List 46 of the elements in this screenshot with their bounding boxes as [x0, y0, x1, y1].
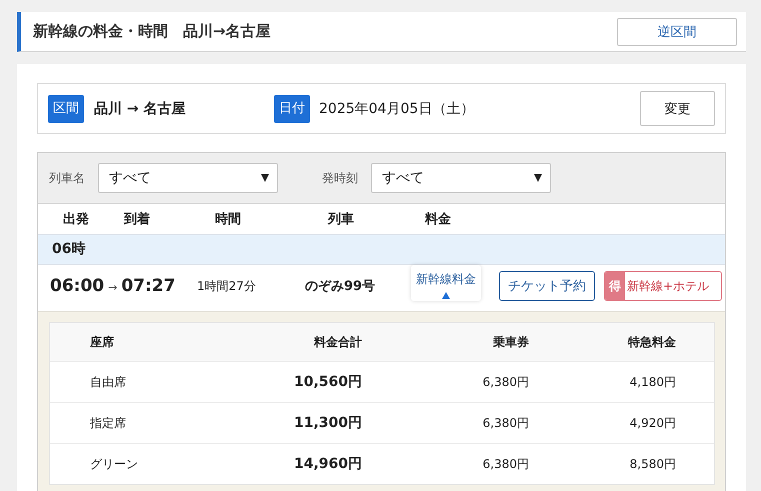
deal-badge: 得 — [605, 272, 625, 300]
column-header: 特急料金 — [626, 334, 676, 350]
route-text: 品川 → 名古屋 — [94, 100, 186, 118]
filter-label: 列車名 — [49, 170, 86, 186]
train-name: のぞみ99号 — [305, 278, 376, 295]
table-cell-text: 4,180円 — [628, 374, 676, 390]
arrival-time: 07:27 — [121, 276, 176, 296]
table-cell-text: 14,960円 — [292, 455, 362, 473]
ticket-button[interactable]: チケット予約 — [499, 271, 595, 301]
column-header: 到着 — [124, 210, 151, 228]
column-header: 列車 — [328, 211, 355, 228]
caret-icon — [534, 174, 542, 182]
table-cell-text: 4,920円 — [628, 414, 676, 432]
hour-header: 06時 — [38, 235, 725, 265]
table-cell-text: グリーン — [90, 456, 139, 472]
departure-time: 06:00 — [50, 276, 104, 296]
caret-icon — [261, 174, 269, 182]
dropdown-field[interactable]: すべて — [371, 163, 551, 193]
filter-label: 発時刻 — [322, 170, 359, 186]
table-cell-text: 6,380円 — [482, 414, 529, 432]
column-header: 座席 — [90, 334, 115, 350]
table-cell-text: 指定席 — [90, 414, 127, 432]
column-header: 料金合計 — [312, 334, 362, 350]
hotel-package-label: 新幹線+ホテル — [626, 278, 710, 294]
column-header: 料金 — [425, 211, 451, 228]
table-cell-text: 8,580円 — [628, 456, 676, 472]
column-header: 時間 — [215, 211, 242, 228]
date-label: 日付 — [274, 94, 310, 122]
table-cell-text: 10,560円 — [292, 373, 362, 391]
dropdown-field[interactable]: すべて — [98, 163, 278, 193]
duration-text: 1時間27分 — [197, 278, 257, 294]
change-button[interactable]: 変更 — [640, 91, 715, 126]
column-header: 乗車券 — [492, 334, 529, 350]
fare-toggle-button[interactable]: 新幹線料金 — [411, 265, 481, 301]
table-cell-text: 11,300円 — [292, 414, 362, 432]
arrow-text: → — [108, 281, 118, 294]
table-cell-text: 6,380円 — [482, 456, 529, 472]
section-label: 区間 — [48, 94, 84, 122]
table-cell-text: 自由席 — [90, 374, 127, 390]
date-text: 2025年04月05日（土） — [319, 100, 476, 118]
column-header: 出発 — [63, 211, 90, 228]
reverse-button[interactable]: 逆区間 — [617, 18, 737, 46]
page-title: 新幹線の料金・時間 品川→名古屋 — [33, 22, 271, 41]
hotel-package-button[interactable]: 得 新幹線+ホテル — [604, 271, 722, 301]
table-cell-text: 6,380円 — [482, 374, 529, 390]
triangle-up-icon — [442, 292, 450, 299]
